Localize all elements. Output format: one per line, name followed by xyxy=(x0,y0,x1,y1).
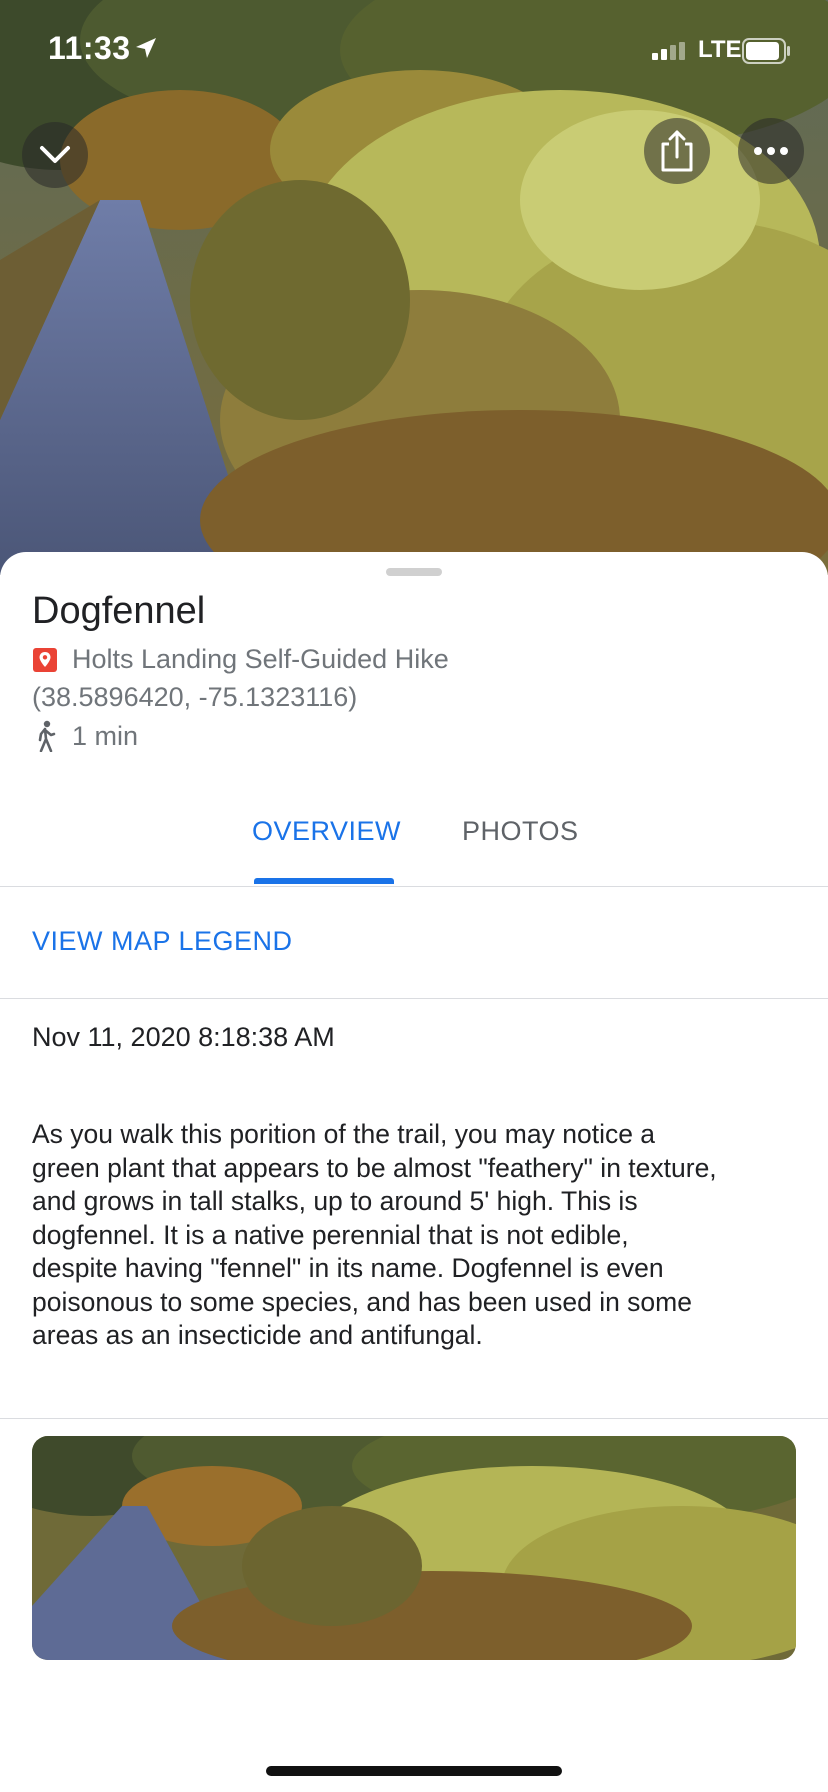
home-indicator[interactable] xyxy=(266,1766,562,1776)
divider xyxy=(0,1418,828,1419)
description-text: As you walk this porition of the trail, … xyxy=(32,1119,717,1350)
drag-handle[interactable] xyxy=(386,568,442,576)
view-map-legend-link[interactable]: VIEW MAP LEGEND xyxy=(32,926,293,957)
tab-selected-indicator xyxy=(254,878,394,884)
tab-overview[interactable]: OVERVIEW xyxy=(252,816,401,847)
location-arrow-icon xyxy=(136,38,156,58)
timestamp: Nov 11, 2020 8:18:38 AM xyxy=(32,1022,335,1052)
share-button[interactable] xyxy=(644,118,710,184)
more-horizontal-icon xyxy=(754,147,788,155)
chevron-down-icon xyxy=(40,146,70,163)
coordinates-text: (38.5896420, -75.1323116) xyxy=(32,682,358,712)
signal-icon xyxy=(652,42,685,60)
coordinates-row: (38.5896420, -75.1323116) xyxy=(32,682,357,713)
collapse-button[interactable] xyxy=(22,122,88,188)
photo-thumbnail[interactable] xyxy=(32,1436,796,1660)
battery-icon xyxy=(742,38,790,64)
walk-time: 1 min xyxy=(72,720,139,751)
tab-bar: OVERVIEW PHOTOS xyxy=(0,782,828,887)
map-pin-icon xyxy=(33,647,57,672)
walk-time-row: 1 min xyxy=(32,720,138,752)
map-legend-section: VIEW MAP LEGEND xyxy=(0,886,828,999)
trail-row: Holts Landing Self-Guided Hike xyxy=(32,644,449,675)
status-bar: 11:33 LTE xyxy=(0,0,828,100)
tab-photos[interactable]: PHOTOS xyxy=(462,816,579,847)
status-time: 11:33 xyxy=(48,30,131,66)
place-sheet: Dogfennel Holts Landing Self-Guided Hike… xyxy=(0,552,828,1792)
more-options-button[interactable] xyxy=(738,118,804,184)
share-icon xyxy=(661,130,693,172)
carrier-label: LTE xyxy=(698,36,742,63)
place-title: Dogfennel xyxy=(32,590,206,632)
trail-photo-thumbnail xyxy=(32,1436,796,1660)
walking-person-icon xyxy=(38,720,56,752)
trail-name: Holts Landing Self-Guided Hike xyxy=(72,644,449,674)
